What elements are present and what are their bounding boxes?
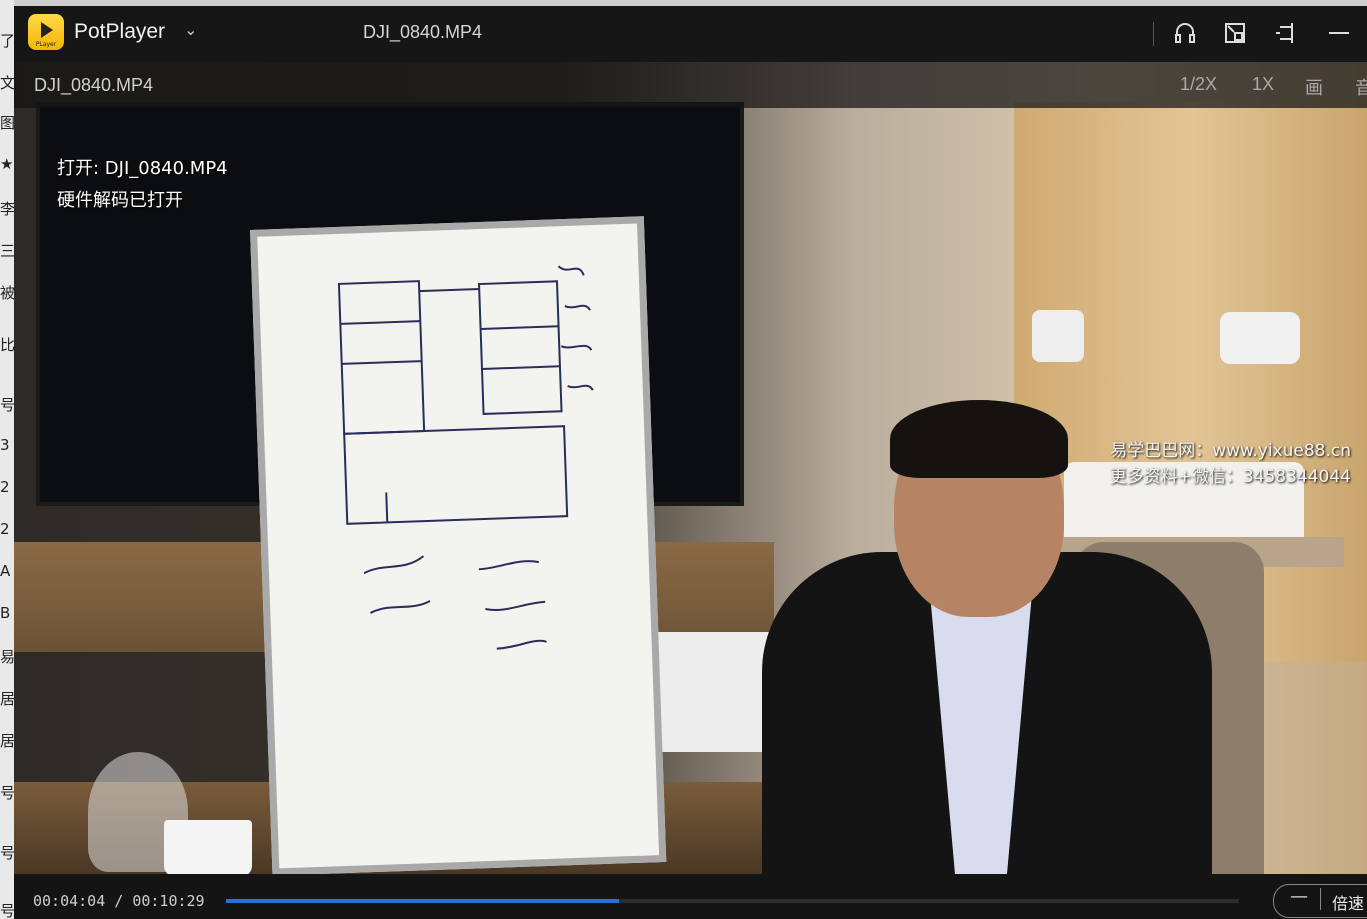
control-bar: 00:04:04 / 00:10:29 — 倍速 — [14, 874, 1367, 919]
half-speed-button[interactable]: 1/2X — [1180, 74, 1217, 95]
current-time: 00:04:04 — [33, 892, 106, 910]
seek-bar[interactable] — [226, 899, 1239, 903]
background-window-text: B — [0, 604, 11, 622]
background-window-text: 号 — [0, 844, 14, 862]
video-area[interactable]: DJI_0840.MP4 1/2X 1X 画 音 打开: DJI_0840.MP… — [14, 62, 1367, 874]
minimize-icon[interactable] — [1324, 18, 1354, 48]
background-window-text: 居 — [0, 732, 14, 750]
window-title: DJI_0840.MP4 — [363, 22, 483, 42]
pip-icon[interactable] — [1220, 18, 1250, 48]
background-window-text: 2 — [0, 478, 10, 496]
background-window-strip: 了文图★李三被比号322AB易居居号号号号 — [0, 0, 14, 919]
osd-open-message: 打开: DJI_0840.MP4 — [57, 158, 228, 179]
seek-progress — [226, 899, 620, 903]
speed-decrease-button[interactable]: — — [1290, 886, 1308, 907]
mug — [164, 820, 252, 874]
info-file-name: DJI_0840.MP4 — [34, 75, 154, 95]
chevron-down-icon[interactable]: ⌄ — [184, 20, 197, 39]
picture-button[interactable]: 画 — [1305, 74, 1323, 100]
hair-dryer — [1032, 310, 1084, 362]
watermark-line2: 更多资料+微信：3458344044 — [1109, 467, 1351, 487]
watermark-line1: 易学巴巴网：www.yixue88.cn — [1110, 441, 1351, 461]
tissue-box — [646, 632, 776, 752]
background-window-text: A — [0, 562, 11, 580]
background-window-text: 2 — [0, 520, 10, 538]
speed-divider — [1320, 888, 1321, 910]
background-window-text: 图 — [0, 114, 14, 132]
audio-button[interactable]: 音 — [1355, 74, 1367, 100]
logo-text: PLayer — [35, 41, 57, 48]
time-display: 00:04:04 / 00:10:29 — [33, 892, 205, 910]
time-separator: / — [114, 892, 124, 910]
background-window-text: ★ — [0, 155, 14, 173]
background-window-text: 居 — [0, 690, 14, 708]
app-name[interactable]: PotPlayer — [74, 20, 165, 44]
hair-dryer — [1220, 312, 1300, 364]
total-time: 00:10:29 — [132, 892, 205, 910]
pin-icon[interactable] — [1272, 18, 1302, 48]
title-bar[interactable]: PLayer PotPlayer ⌄ DJI_0840.MP4 — [14, 6, 1367, 62]
osd-hw-decode-message: 硬件解码已打开 — [57, 190, 183, 211]
background-window-text: 被 — [0, 284, 14, 302]
normal-speed-button[interactable]: 1X — [1252, 74, 1274, 95]
background-window-text: 三 — [0, 242, 14, 260]
potplayer-logo-icon[interactable]: PLayer — [28, 14, 64, 50]
background-window-text: 号 — [0, 915, 14, 919]
title-separator — [1153, 22, 1154, 46]
background-window-text: 号 — [0, 784, 14, 802]
speed-button[interactable]: 倍速 — [1332, 890, 1364, 914]
background-window-text: 李 — [0, 200, 14, 218]
background-window-text: 文 — [0, 74, 14, 92]
background-window-text: 易 — [0, 648, 14, 666]
background-window-text: 了 — [0, 32, 14, 50]
person-hair — [890, 400, 1068, 478]
headset-icon[interactable] — [1170, 18, 1200, 48]
info-bar: DJI_0840.MP4 1/2X 1X 画 音 — [14, 62, 1367, 108]
background-window-text: 号 — [0, 396, 14, 414]
background-window-text: 比 — [0, 336, 14, 354]
background-window-text: 3 — [0, 436, 10, 454]
whiteboard — [250, 216, 667, 874]
